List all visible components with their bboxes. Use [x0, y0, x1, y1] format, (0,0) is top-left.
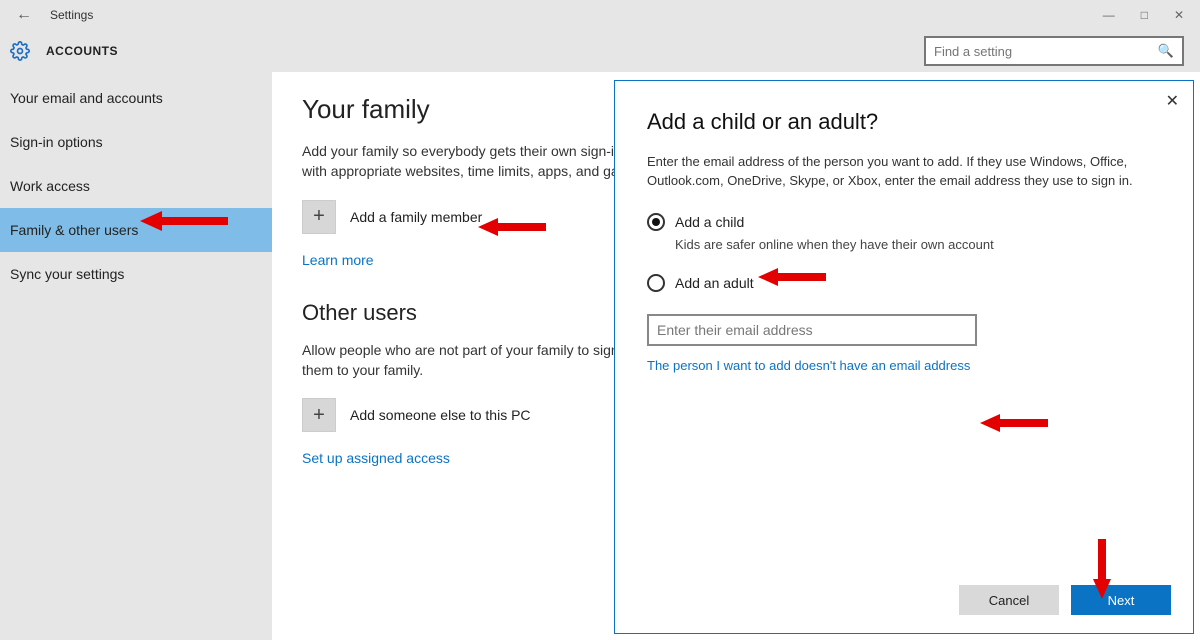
- minimize-button[interactable]: —: [1103, 8, 1115, 22]
- learn-more-link[interactable]: Learn more: [302, 252, 374, 268]
- sidebar-item-label: Sync your settings: [10, 266, 124, 282]
- button-label: Cancel: [989, 593, 1029, 608]
- email-placeholder: Enter their email address: [657, 322, 813, 338]
- section-title: ACCOUNTS: [46, 44, 118, 58]
- sidebar-item-sync-settings[interactable]: Sync your settings: [0, 252, 272, 296]
- sidebar-item-label: Sign-in options: [10, 134, 103, 150]
- button-label: Next: [1108, 593, 1135, 608]
- sidebar-item-email-accounts[interactable]: Your email and accounts: [0, 76, 272, 120]
- radio-icon: [647, 274, 665, 292]
- next-button[interactable]: Next: [1071, 585, 1171, 615]
- plus-icon: +: [302, 398, 336, 432]
- dialog-title: Add a child or an adult?: [647, 109, 1161, 135]
- assigned-access-link[interactable]: Set up assigned access: [302, 450, 450, 466]
- sidebar-item-label: Family & other users: [10, 222, 138, 238]
- add-someone-label: Add someone else to this PC: [350, 407, 531, 423]
- sidebar-item-signin-options[interactable]: Sign-in options: [0, 120, 272, 164]
- window-title: Settings: [50, 8, 93, 22]
- close-dialog-button[interactable]: ✕: [1166, 91, 1179, 111]
- dialog-intro: Enter the email address of the person yo…: [647, 153, 1161, 191]
- plus-icon: +: [302, 200, 336, 234]
- sidebar-item-label: Your email and accounts: [10, 90, 163, 106]
- add-user-dialog: ✕ Add a child or an adult? Enter the ema…: [614, 80, 1194, 634]
- option-add-adult[interactable]: Add an adult: [647, 274, 1161, 292]
- option-child-subtext: Kids are safer online when they have the…: [675, 237, 1161, 252]
- gear-icon: [10, 41, 30, 61]
- email-field[interactable]: Enter their email address: [647, 314, 977, 346]
- radio-icon: [647, 213, 665, 231]
- header: ACCOUNTS 🔍: [0, 30, 1200, 72]
- add-family-label: Add a family member: [350, 209, 482, 225]
- cancel-button[interactable]: Cancel: [959, 585, 1059, 615]
- option-add-child[interactable]: Add a child: [647, 213, 1161, 231]
- sidebar-item-work-access[interactable]: Work access: [0, 164, 272, 208]
- sidebar: Your email and accounts Sign-in options …: [0, 72, 272, 640]
- sidebar-item-family-other-users[interactable]: Family & other users: [0, 208, 272, 252]
- search-input[interactable]: [924, 36, 1184, 66]
- maximize-button[interactable]: □: [1141, 8, 1148, 22]
- no-email-link[interactable]: The person I want to add doesn't have an…: [647, 358, 1161, 373]
- option-label: Add an adult: [675, 275, 754, 291]
- back-button[interactable]: ←: [4, 6, 44, 24]
- sidebar-item-label: Work access: [10, 178, 90, 194]
- option-label: Add a child: [675, 214, 744, 230]
- close-window-button[interactable]: ✕: [1174, 8, 1184, 22]
- titlebar: ← Settings — □ ✕: [0, 0, 1200, 30]
